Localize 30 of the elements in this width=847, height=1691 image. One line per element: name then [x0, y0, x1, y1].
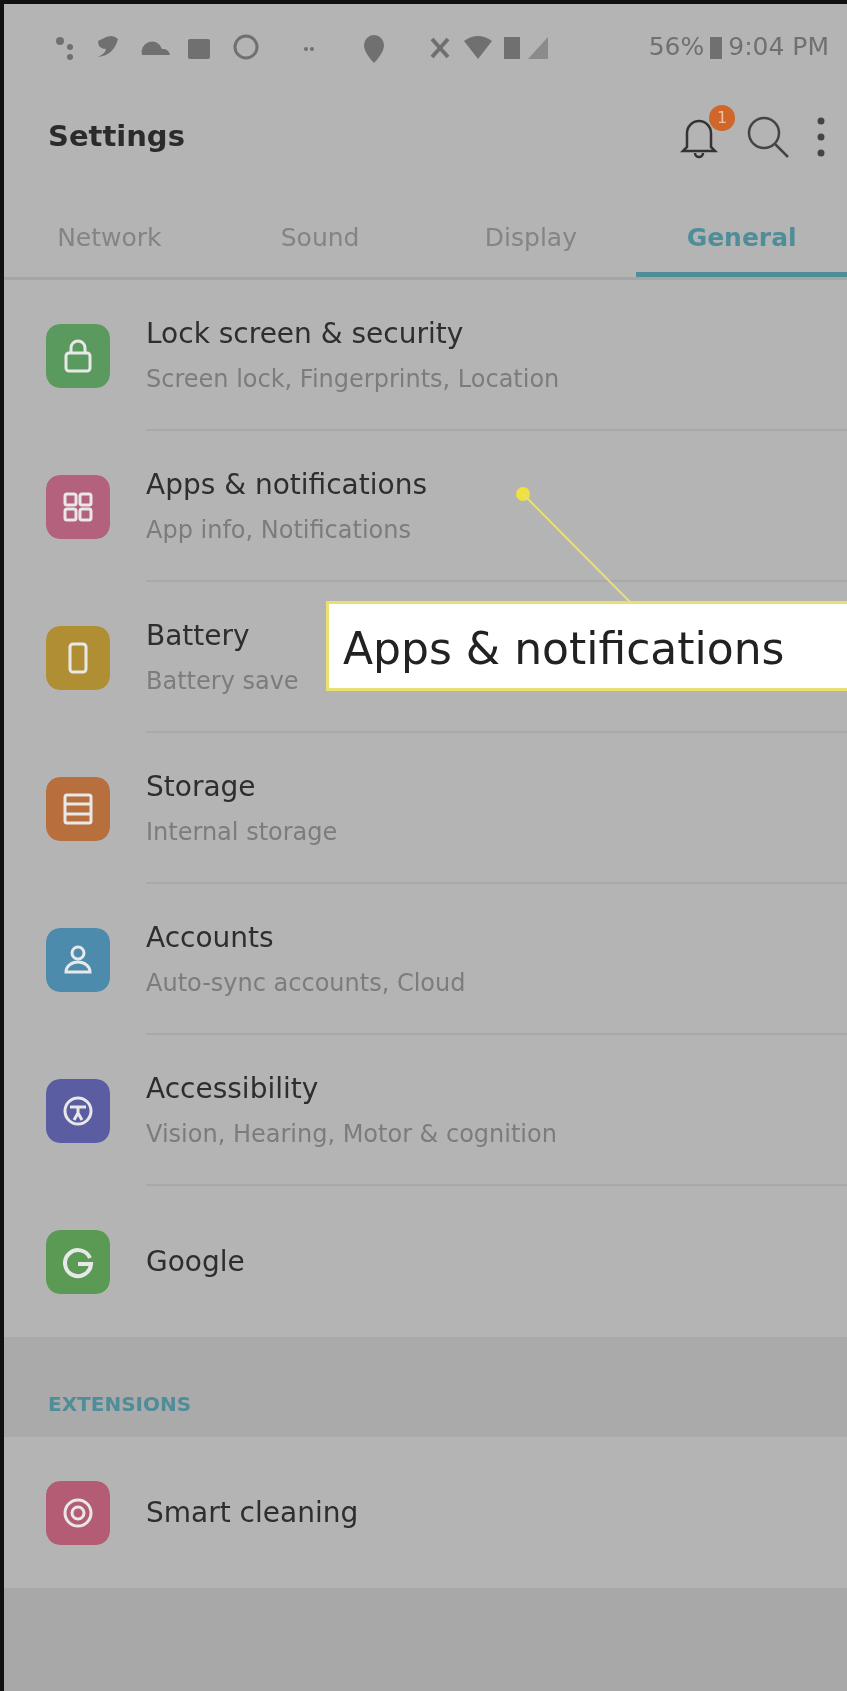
search-button[interactable]	[745, 114, 791, 160]
item-title: Battery	[146, 617, 250, 654]
annotation-tooltip: Apps & notifications	[326, 601, 847, 691]
item-title: Accounts	[146, 919, 274, 956]
battery-icon	[708, 34, 725, 60]
section-header: EXTENSIONS	[4, 1337, 847, 1437]
settings-item[interactable]: Accessibility Vision, Hearing, Motor & cognition	[4, 1035, 847, 1186]
item-subtitle: App info, Notifications	[146, 514, 411, 546]
settings-item[interactable]: Google	[4, 1186, 847, 1337]
battery-level: 56%	[648, 31, 705, 64]
clock: 9:04 PM	[728, 31, 829, 64]
notification-count: 1	[709, 105, 735, 131]
settings-item[interactable]: Apps & notifications App info, Notifications	[4, 431, 847, 582]
item-title: Lock screen & security	[146, 315, 464, 352]
settings-item[interactable]: Lock screen & security Screen lock, Fingerprints, Location	[4, 280, 847, 431]
settings-item[interactable]: Accounts Auto-sync accounts, Cloud	[4, 884, 847, 1035]
item-subtitle: Vision, Hearing, Motor & cognition	[146, 1118, 557, 1150]
item-subtitle: Battery save	[146, 665, 299, 697]
item-title: Apps & notifications	[146, 466, 427, 503]
item-title: Google	[146, 1243, 245, 1280]
item-subtitle: Internal storage	[146, 816, 338, 848]
item-subtitle: Auto-sync accounts, Cloud	[146, 967, 466, 999]
more-options-button[interactable]	[815, 115, 827, 159]
item-title: Storage	[146, 768, 256, 805]
settings-item[interactable]: Smart cleaning	[4, 1437, 847, 1588]
item-title: Smart cleaning	[146, 1494, 359, 1531]
page-title: Settings	[48, 118, 186, 156]
item-title: Accessibility	[146, 1070, 319, 1107]
item-subtitle: Screen lock, Fingerprints, Location	[146, 363, 560, 395]
settings-item[interactable]: Storage Internal storage	[4, 733, 847, 884]
